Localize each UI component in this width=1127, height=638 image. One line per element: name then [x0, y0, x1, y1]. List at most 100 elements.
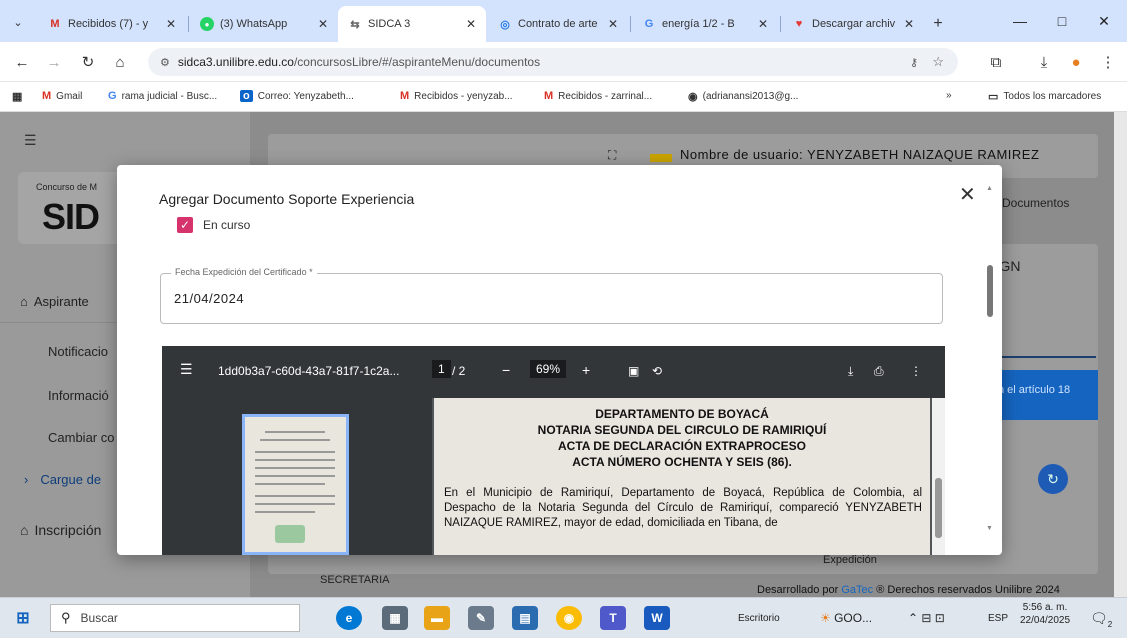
- file-explorer-icon[interactable]: ▬: [424, 606, 450, 630]
- bookmark-recibidos-2[interactable]: M Recibidos - zarrinal...: [544, 90, 652, 102]
- apps-grid-icon[interactable]: ▦: [12, 90, 27, 103]
- fullscreen-icon[interactable]: ⛶: [608, 148, 616, 163]
- outlook-icon: o: [240, 90, 253, 102]
- tab-copilot[interactable]: ◎ Contrato de arte ✕: [488, 6, 628, 42]
- home-icon: ⌂: [20, 294, 28, 309]
- bookmark-adrianansi[interactable]: ◉ (adrianansi2013@g...: [688, 90, 798, 103]
- tab-separator: [630, 16, 631, 32]
- close-tab-icon[interactable]: ✕: [758, 17, 768, 31]
- menu-toggle-icon[interactable]: ☰: [24, 132, 37, 149]
- pdf-scroll-thumb[interactable]: [935, 478, 942, 538]
- site-info-icon[interactable]: ⚙: [160, 56, 170, 69]
- close-window-button[interactable]: ✕: [1084, 8, 1124, 34]
- paint-icon[interactable]: ✎: [468, 606, 494, 630]
- close-tab-icon[interactable]: ✕: [466, 17, 476, 31]
- browser-menu-icon[interactable]: ⋮: [1096, 50, 1120, 74]
- password-key-icon[interactable]: ⚷: [910, 56, 918, 69]
- home-icon[interactable]: ⌂: [108, 50, 132, 74]
- tab-gmail[interactable]: M Recibidos (7) - y ✕: [38, 6, 186, 42]
- downloads-icon[interactable]: ⤓: [1032, 50, 1056, 74]
- bookmark-star-icon[interactable]: ☆: [932, 54, 944, 70]
- chrome-icon[interactable]: ◉: [556, 606, 582, 630]
- sidebar-item-aspirante[interactable]: ⌂ Aspirante: [20, 294, 89, 309]
- gmail-icon: M: [544, 90, 554, 102]
- scroll-down-icon[interactable]: ▼: [986, 525, 993, 532]
- footer-brand-link[interactable]: GaTec: [841, 584, 873, 596]
- close-tab-icon[interactable]: ✕: [166, 17, 176, 31]
- doc-heading-line: ACTA DE DECLARACIÓN EXTRAPROCESO: [557, 439, 806, 453]
- zoom-in-icon[interactable]: +: [582, 362, 590, 378]
- column-expedicion: Expedición: [823, 554, 877, 566]
- word-icon[interactable]: W: [644, 606, 670, 630]
- taskbar-desktop[interactable]: Escritorio: [738, 613, 780, 624]
- pdf-thumbnail-page-1[interactable]: [242, 414, 349, 555]
- bookmark-correo[interactable]: o Correo: Yenyzabeth...: [240, 90, 354, 102]
- sidebar-item-inscripcion[interactable]: ⌂ Inscripción: [20, 522, 101, 538]
- logo-caption: Concurso de M: [36, 182, 98, 192]
- store-icon[interactable]: ▤: [512, 606, 538, 630]
- en-curso-checkbox[interactable]: ✓: [177, 217, 193, 233]
- language-indicator[interactable]: ESP: [988, 613, 1008, 624]
- tab-download[interactable]: ♥ Descargar archiv ✕: [782, 6, 924, 42]
- close-tab-icon[interactable]: ✕: [904, 17, 914, 31]
- page-scrollbar[interactable]: [1114, 112, 1127, 597]
- thumb-line: [265, 431, 325, 433]
- sidebar-item-informacion[interactable]: Informació: [48, 388, 109, 403]
- bookmark-rama-judicial[interactable]: Grama judicial - Busc...: [108, 90, 217, 102]
- new-tab-button[interactable]: +: [926, 12, 950, 36]
- breadcrumb-documentos[interactable]: Documentos: [1002, 196, 1069, 210]
- sidebar-item-cargue[interactable]: › Cargue de: [24, 472, 101, 487]
- pdf-page-input[interactable]: 1: [432, 360, 451, 378]
- teams-icon[interactable]: T: [600, 606, 626, 630]
- rotate-icon[interactable]: ⟲: [652, 364, 662, 378]
- zoom-out-icon[interactable]: −: [502, 362, 510, 378]
- close-icon[interactable]: ✕: [959, 185, 976, 205]
- modal-scroll-thumb[interactable]: [987, 265, 993, 317]
- pdf-print-icon[interactable]: ⎙: [874, 364, 884, 379]
- tab-underline: [996, 356, 1096, 358]
- pdf-thumbnails: [162, 398, 432, 555]
- close-tab-icon[interactable]: ✕: [608, 17, 618, 31]
- sidebar-item-cambiar[interactable]: Cambiar co: [48, 430, 114, 445]
- fecha-expedicion-label: Fecha Expedición del Certificado *: [171, 267, 317, 277]
- close-tab-icon[interactable]: ✕: [318, 17, 328, 31]
- extensions-icon[interactable]: ⧉: [984, 50, 1008, 74]
- tab-sidca[interactable]: ⇆ SIDCA 3 ✕: [338, 6, 486, 42]
- pdf-menu-icon[interactable]: ☰: [180, 361, 193, 378]
- profile-icon[interactable]: ●: [1064, 50, 1088, 74]
- calculator-icon[interactable]: ▦: [382, 606, 408, 630]
- taskbar-search[interactable]: ⚲ Buscar: [50, 604, 300, 632]
- address-bar[interactable]: ⚙ sidca3.unilibre.edu.co /concursosLibre…: [148, 48, 958, 76]
- pdf-scrollbar[interactable]: [932, 398, 945, 555]
- clock[interactable]: 5:56 a. m. 22/04/2025: [1020, 602, 1070, 626]
- minimize-button[interactable]: —: [1000, 8, 1040, 34]
- reload-icon[interactable]: ↻: [76, 50, 100, 74]
- globe-icon: ◉: [688, 91, 698, 103]
- pdf-more-icon[interactable]: ⋮: [910, 364, 922, 378]
- footer: Desarrollado por GaTec ® Derechos reserv…: [757, 584, 1060, 596]
- modal-scrollbar[interactable]: ▲ ▼: [983, 185, 997, 535]
- windows-start-icon[interactable]: ⊞: [10, 606, 36, 630]
- all-bookmarks[interactable]: ▭ Todos los marcadores: [988, 90, 1101, 103]
- edge-icon[interactable]: e: [336, 606, 362, 630]
- fit-page-icon[interactable]: ▣: [628, 364, 639, 378]
- fecha-expedicion-field[interactable]: Fecha Expedición del Certificado * 21/04…: [160, 267, 943, 324]
- pdf-zoom-input[interactable]: 69%: [530, 360, 567, 378]
- scroll-up-icon[interactable]: ▲: [986, 185, 993, 192]
- bookmark-recibidos-1[interactable]: M Recibidos - yenyzab...: [400, 90, 513, 102]
- maximize-button[interactable]: □: [1042, 8, 1082, 34]
- refresh-button[interactable]: ↻: [1038, 464, 1068, 494]
- tab-search-button[interactable]: ⌄: [6, 10, 30, 34]
- sidebar-item-notificaciones[interactable]: Notificacio: [48, 344, 108, 359]
- weather-widget[interactable]: ☀ GOO...: [820, 611, 872, 625]
- back-icon[interactable]: ←: [10, 50, 34, 74]
- tab-whatsapp[interactable]: ● (3) WhatsApp ✕: [190, 6, 338, 42]
- bookmark-gmail[interactable]: M Gmail: [42, 90, 82, 102]
- notification-icon[interactable]: 🗨2: [1090, 610, 1112, 629]
- pdf-download-icon[interactable]: ⤓: [848, 364, 853, 379]
- bookmarks-overflow[interactable]: »: [946, 90, 952, 101]
- tab-google[interactable]: G energía 1/2 - B ✕: [632, 6, 778, 42]
- tray-icons[interactable]: ⌃ ⊟ ⊡: [908, 611, 945, 625]
- thumb-line: [255, 483, 325, 485]
- forward-icon[interactable]: →: [42, 50, 66, 74]
